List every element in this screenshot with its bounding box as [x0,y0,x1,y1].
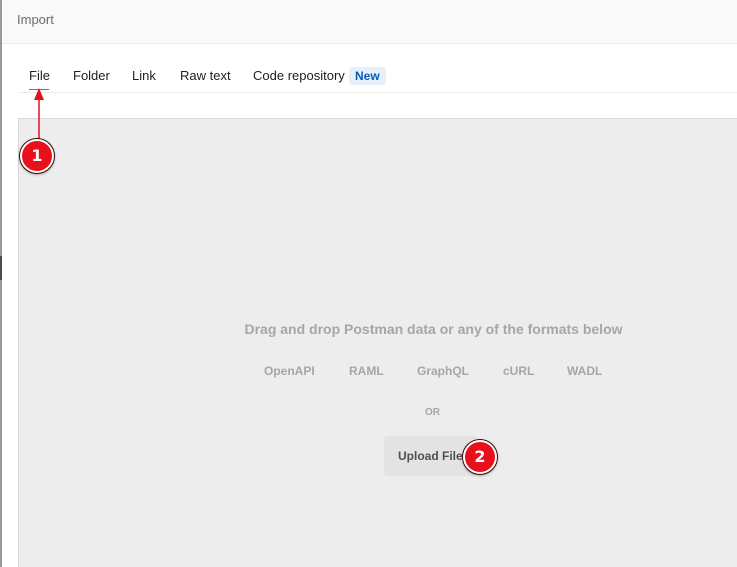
format-raml: RAML [349,364,384,378]
file-dropzone[interactable]: Drag and drop Postman data or any of the… [18,118,737,567]
tab-file[interactable]: File [29,68,50,83]
tab-raw-text[interactable]: Raw text [180,68,231,83]
resize-handle[interactable] [0,256,2,280]
dialog-title: Import [17,12,54,27]
dialog-header: Import [2,0,737,44]
format-wadl: WADL [567,364,603,378]
format-openapi: OpenAPI [264,364,315,378]
dropzone-title: Drag and drop Postman data or any of the… [244,321,623,337]
format-curl: cURL [503,364,535,378]
tab-link[interactable]: Link [132,68,156,83]
or-divider: OR [425,407,440,418]
active-tab-indicator [29,89,49,90]
new-badge: New [349,67,386,85]
tab-code-repository[interactable]: Code repository [253,68,345,83]
callout-badge-2: 2 [463,440,497,474]
callout-badge-1: 1 [20,139,54,173]
format-graphql: GraphQL [417,364,470,378]
window-left-edge [0,0,2,567]
import-dialog: Import File Folder Link Raw text Code re… [0,0,737,567]
tab-folder[interactable]: Folder [73,68,110,83]
